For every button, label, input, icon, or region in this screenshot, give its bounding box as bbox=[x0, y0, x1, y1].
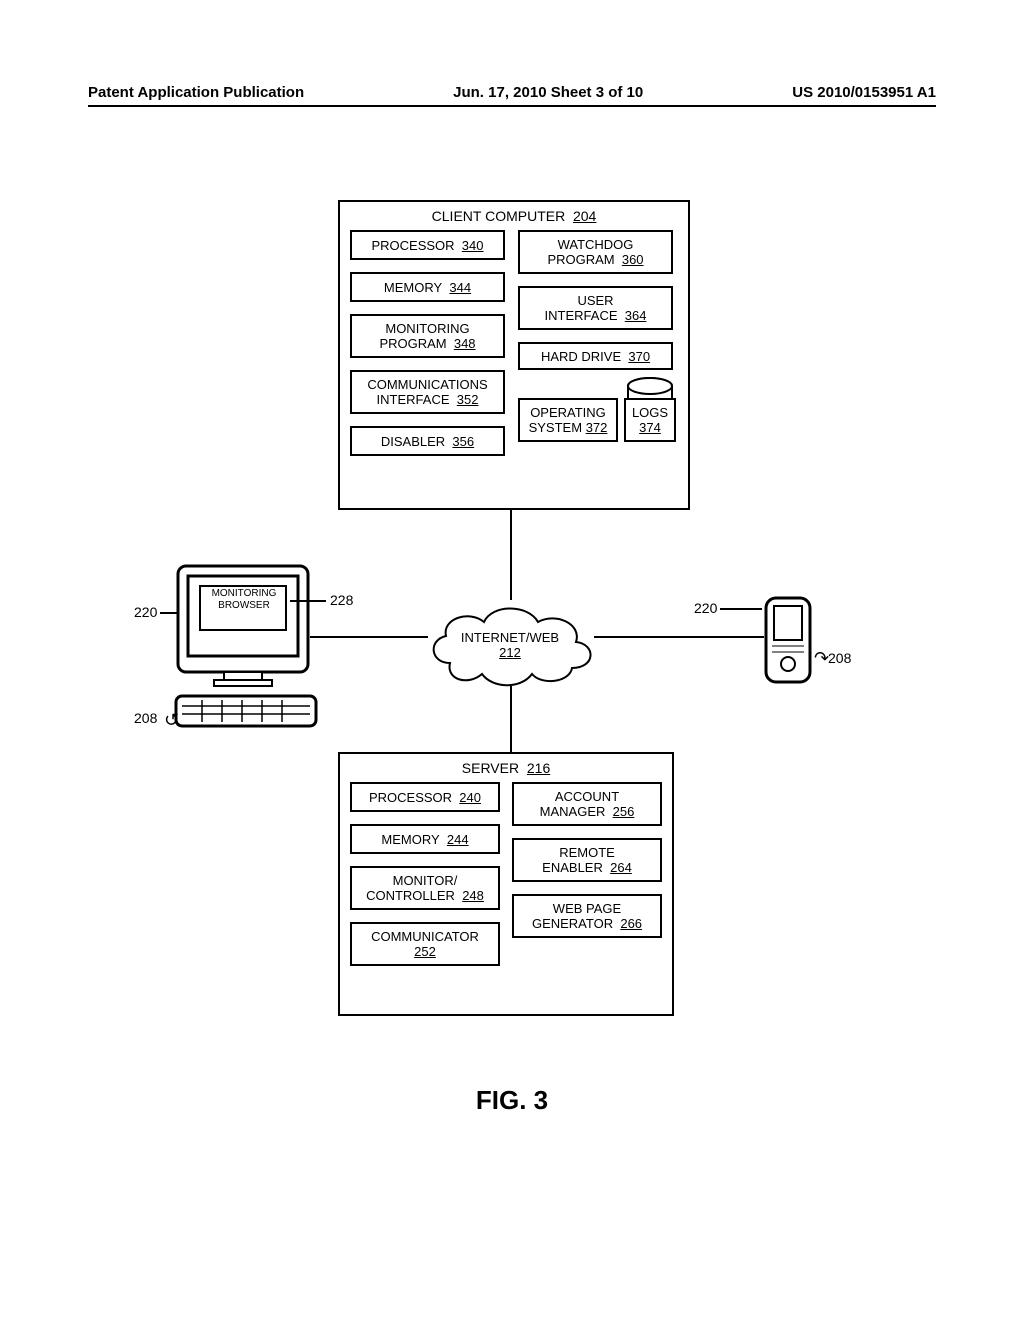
client-processor-box: PROCESSOR 340 bbox=[350, 230, 505, 260]
server-monitor-controller-box: MONITOR/ CONTROLLER 248 bbox=[350, 866, 500, 910]
mobile-phone-icon bbox=[762, 594, 818, 693]
client-user-interface-box: USER INTERFACE 364 bbox=[518, 286, 673, 330]
curly-208a: ↺ bbox=[164, 710, 179, 731]
client-memory-box: MEMORY 344 bbox=[350, 272, 505, 302]
connector-cloud-server bbox=[510, 686, 512, 752]
internet-ref: 212 bbox=[499, 645, 521, 660]
client-disabler-box: DISABLER 356 bbox=[350, 426, 505, 456]
lead-228 bbox=[290, 600, 326, 602]
header-right: US 2010/0153951 A1 bbox=[792, 84, 936, 101]
lead-220b bbox=[720, 608, 762, 610]
server-webpage-generator-box: WEB PAGE GENERATOR 266 bbox=[512, 894, 662, 938]
label-220a: 220 bbox=[134, 604, 157, 620]
diagram: CLIENT COMPUTER 204 PROCESSOR 340 MEMORY… bbox=[0, 180, 1024, 1180]
client-watchdog-box: WATCHDOG PROGRAM 360 bbox=[518, 230, 673, 274]
header-center: Jun. 17, 2010 Sheet 3 of 10 bbox=[453, 84, 643, 101]
server-account-manager-box: ACCOUNT MANAGER 256 bbox=[512, 782, 662, 826]
connector-cloud-phone bbox=[594, 636, 764, 638]
curly-208b: ↷ bbox=[814, 648, 829, 669]
label-208a: 208 bbox=[134, 710, 157, 726]
client-logs-box: LOGS 374 bbox=[624, 398, 676, 442]
server-title: SERVER 216 bbox=[340, 760, 672, 776]
client-computer-title: CLIENT COMPUTER 204 bbox=[340, 208, 688, 224]
monitoring-browser-label: MONITORING BROWSER bbox=[204, 588, 284, 612]
connector-client-cloud bbox=[510, 510, 512, 600]
server-remote-enabler-box: REMOTE ENABLER 264 bbox=[512, 838, 662, 882]
server-memory-box: MEMORY 244 bbox=[350, 824, 500, 854]
figure-caption: FIG. 3 bbox=[0, 1085, 1024, 1116]
internet-label: INTERNET/WEB bbox=[420, 630, 600, 645]
client-hard-drive-box: HARD DRIVE 370 bbox=[518, 342, 673, 370]
internet-cloud: INTERNET/WEB 212 bbox=[420, 598, 600, 690]
server-processor-box: PROCESSOR 240 bbox=[350, 782, 500, 812]
lead-220a bbox=[160, 612, 178, 614]
connector-monitor-cloud bbox=[310, 636, 428, 638]
label-228: 228 bbox=[330, 592, 353, 608]
label-208b: 208 bbox=[828, 650, 851, 666]
client-comm-interface-box: COMMUNICATIONS INTERFACE 352 bbox=[350, 370, 505, 414]
page-header: Patent Application Publication Jun. 17, … bbox=[88, 84, 936, 107]
server-communicator-box: COMMUNICATOR 252 bbox=[350, 922, 500, 966]
client-monitoring-program-box: MONITORING PROGRAM 348 bbox=[350, 314, 505, 358]
header-left: Patent Application Publication bbox=[88, 84, 304, 101]
label-220b: 220 bbox=[694, 600, 717, 616]
client-os-box: OPERATING SYSTEM 372 bbox=[518, 398, 618, 442]
